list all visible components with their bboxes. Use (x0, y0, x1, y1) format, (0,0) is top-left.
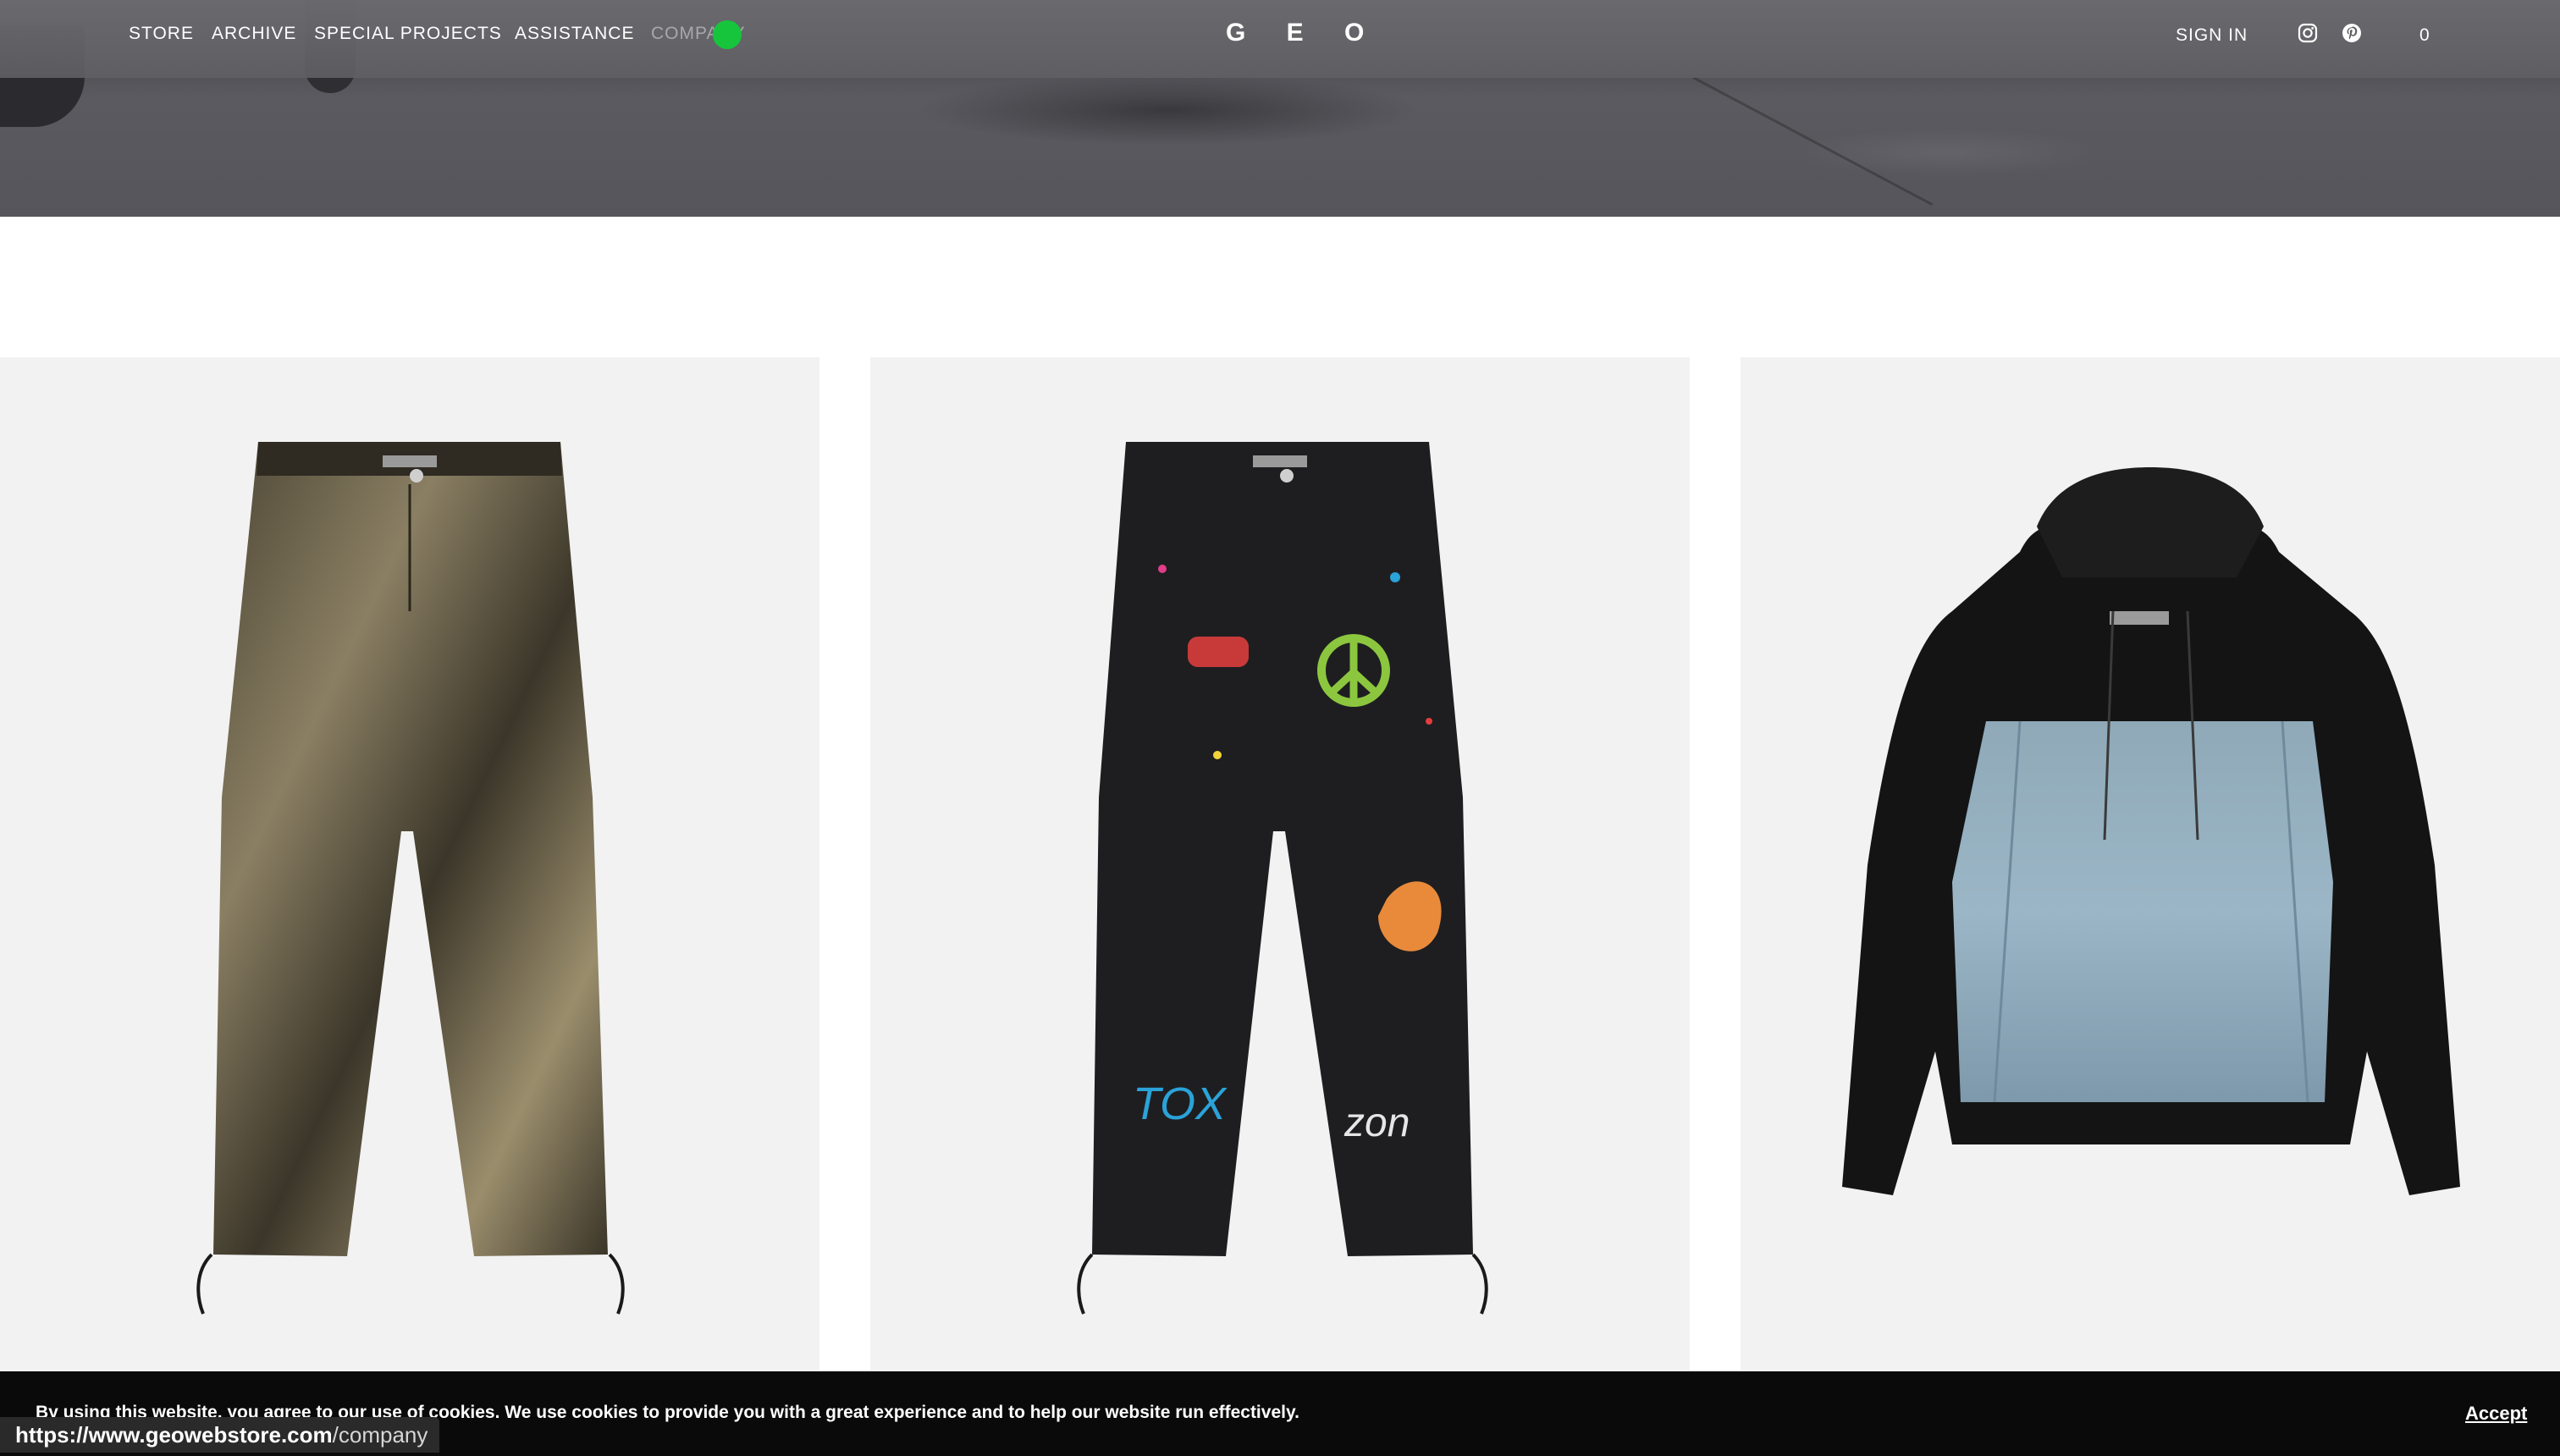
product-card[interactable] (1741, 357, 2560, 1456)
status-url-path: /company (332, 1422, 428, 1448)
product-image (196, 442, 625, 1315)
svg-text:zon: zon (1343, 1100, 1410, 1145)
product-card[interactable]: TOX zon (870, 357, 1690, 1456)
nav-link-store[interactable]: STORE (129, 24, 194, 44)
cart-count[interactable]: 0 (2419, 25, 2430, 46)
cookie-accept-button[interactable]: Accept (2465, 1403, 2527, 1425)
instagram-icon[interactable] (2298, 23, 2318, 43)
site-logo[interactable]: G E O (1226, 19, 1381, 47)
link-status-url: https://www.geowebstore.com/company (0, 1417, 440, 1453)
pinterest-icon[interactable] (2342, 23, 2362, 43)
nav-link-special-projects[interactable]: SPECIAL PROJECTS (314, 24, 502, 44)
nav-link-archive[interactable]: ARCHIVE (212, 24, 296, 44)
svg-text:TOX: TOX (1133, 1078, 1228, 1129)
nav-link-assistance[interactable]: ASSISTANCE (515, 24, 634, 44)
sign-in-link[interactable]: SIGN IN (2176, 25, 2248, 46)
status-url-host: https://www.geowebstore.com (15, 1422, 333, 1448)
product-card[interactable] (0, 357, 819, 1456)
hero-pavement-crack (1692, 76, 1934, 207)
cursor-highlight (713, 20, 742, 49)
top-navigation: STORE ARCHIVE SPECIAL PROJECTS ASSISTANC… (0, 0, 2560, 78)
product-image (1842, 467, 2460, 1195)
product-image: TOX zon (1077, 442, 1488, 1315)
